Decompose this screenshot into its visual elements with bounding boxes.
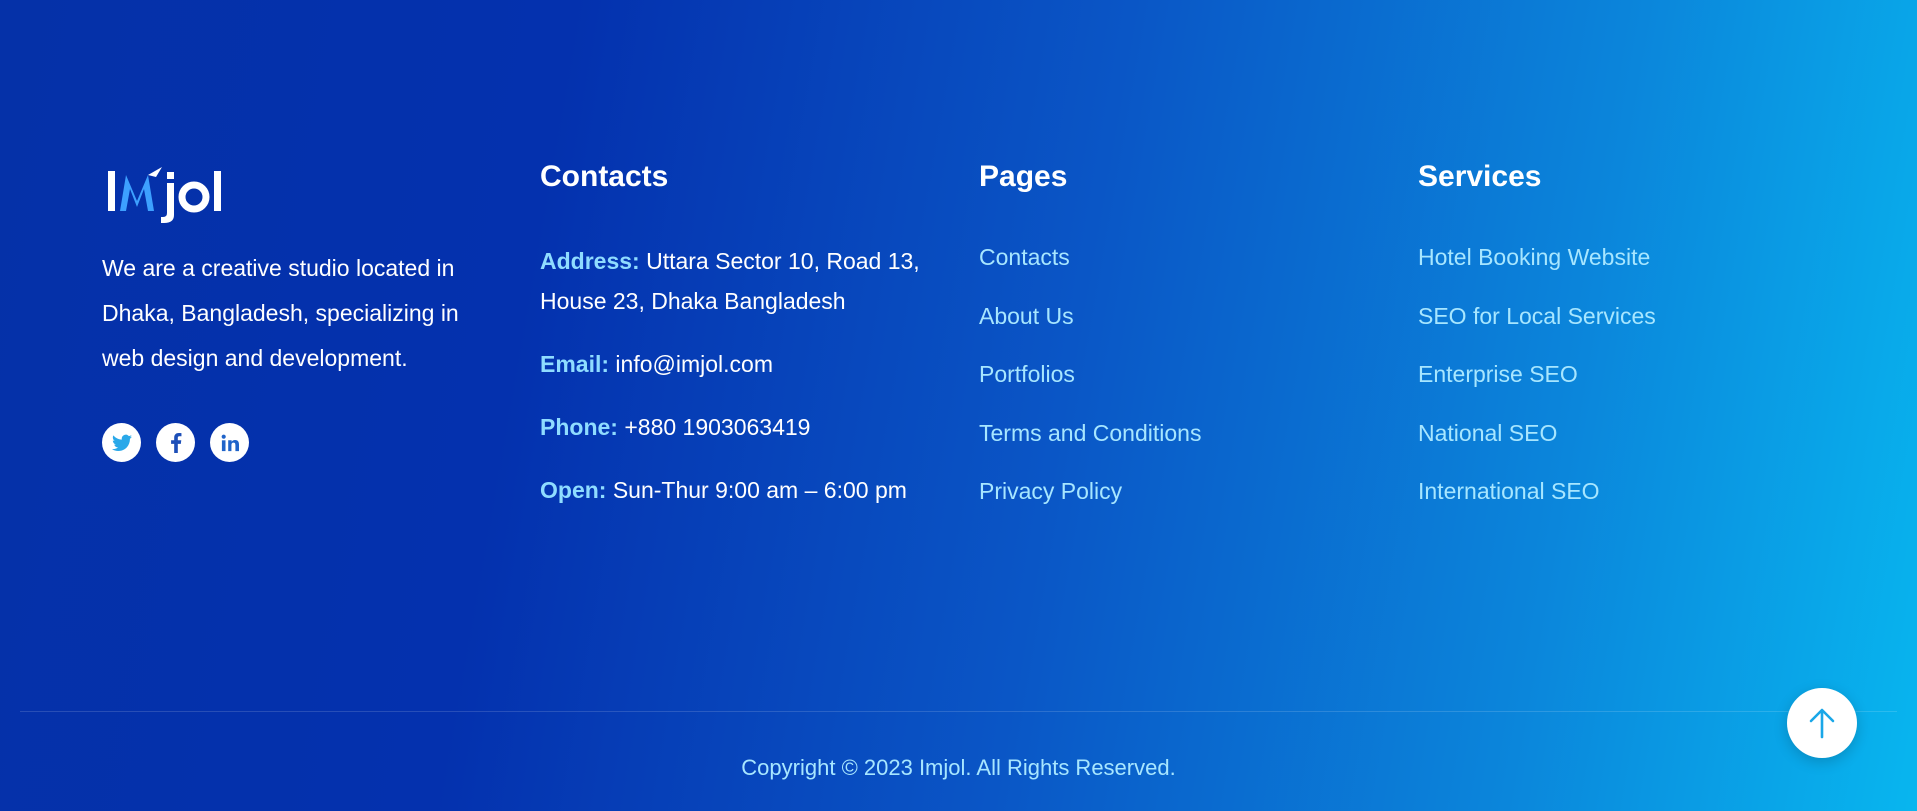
linkedin-link[interactable] (210, 423, 249, 462)
phone-link[interactable]: +880 1903063419 (624, 414, 810, 440)
social-links (102, 423, 249, 462)
email-label: Email: (540, 351, 610, 377)
page-link-contacts[interactable]: Contacts (979, 240, 1201, 299)
page-link-terms[interactable]: Terms and Conditions (979, 416, 1201, 475)
service-link-enterprise-seo[interactable]: Enterprise SEO (1418, 357, 1656, 416)
twitter-icon (111, 434, 132, 451)
logo-mark (108, 167, 221, 223)
facebook-icon (170, 432, 181, 453)
page-link-portfolios[interactable]: Portfolios (979, 357, 1201, 416)
service-link-national-seo[interactable]: National SEO (1418, 416, 1656, 475)
contacts-list: Address: Uttara Sector 10, Road 13, Hous… (540, 241, 960, 533)
phone-item: Phone: +880 1903063419 (540, 407, 960, 447)
scroll-to-top-button[interactable] (1787, 688, 1857, 758)
open-hours: Sun-Thur 9:00 am – 6:00 pm (612, 477, 907, 503)
pages-heading: Pages (979, 160, 1068, 193)
services-links: Hotel Booking Website SEO for Local Serv… (1418, 240, 1656, 533)
address-label: Address: (540, 248, 640, 274)
imjol-logo[interactable] (104, 163, 254, 225)
hours-item: Open: Sun-Thur 9:00 am – 6:00 pm (540, 470, 960, 510)
service-link-international-seo[interactable]: International SEO (1418, 474, 1656, 533)
services-heading: Services (1418, 160, 1542, 193)
arrow-up-icon (1809, 708, 1835, 739)
phone-label: Phone: (540, 414, 618, 440)
page-link-about-us[interactable]: About Us (979, 299, 1201, 358)
contacts-heading: Contacts (540, 160, 669, 193)
studio-description: We are a creative studio located in Dhak… (102, 255, 459, 371)
email-item: Email: info@imjol.com (540, 344, 960, 384)
service-link-local-seo[interactable]: SEO for Local Services (1418, 299, 1656, 358)
facebook-link[interactable] (156, 423, 195, 462)
linkedin-icon (221, 434, 239, 451)
service-link-hotel-booking[interactable]: Hotel Booking Website (1418, 240, 1656, 299)
twitter-link[interactable] (102, 423, 141, 462)
pages-links: Contacts About Us Portfolios Terms and C… (979, 240, 1201, 533)
open-label: Open: (540, 477, 607, 503)
email-link[interactable]: info@imjol.com (615, 351, 773, 377)
footer-divider (20, 711, 1897, 712)
page-link-privacy[interactable]: Privacy Policy (979, 474, 1201, 533)
address-item: Address: Uttara Sector 10, Road 13, Hous… (540, 241, 960, 321)
copyright-text: Copyright © 2023 Imjol. All Rights Reser… (741, 755, 1176, 780)
site-footer: We are a creative studio located in Dhak… (0, 0, 1917, 811)
